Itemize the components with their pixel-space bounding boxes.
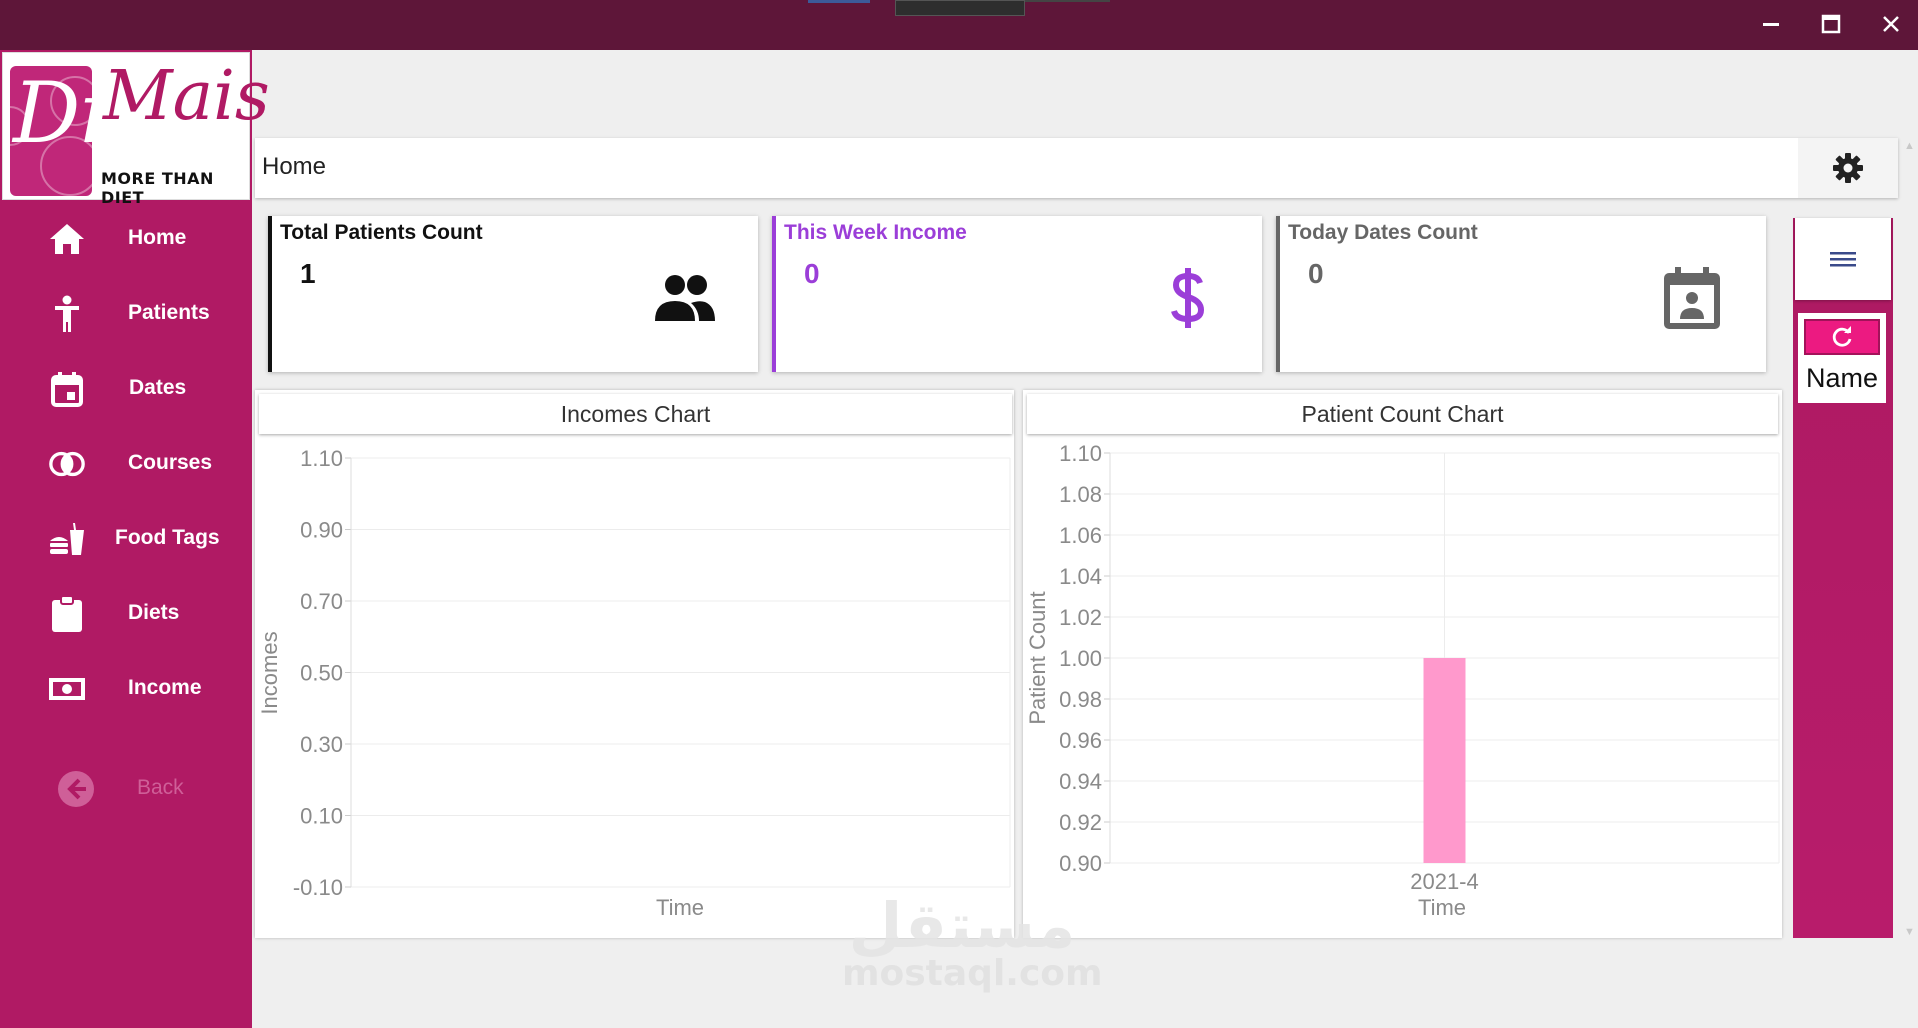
logo: Dr. Mais MORE THAN DIET: [2, 52, 270, 207]
rings-icon: [48, 445, 86, 483]
card-title: Today Dates Count: [1288, 221, 1478, 244]
name-label: Name: [1805, 363, 1879, 393]
gear-icon: [1833, 153, 1863, 183]
scroll-down-arrow[interactable]: ▼: [1904, 926, 1915, 938]
sidebar-item-dates[interactable]: Dates: [0, 358, 252, 418]
taskbar-indicator: [808, 0, 870, 3]
patient-count-chart: 1.10 1.08 1.06 1.04 1.02 1.00 0.98 0.96 0.94 0.92…: [1025, 441, 1780, 920]
back-button[interactable]: Back: [0, 758, 252, 818]
y-tick-label: 0.94: [1059, 769, 1102, 794]
taskbar-indicator-2: [1025, 0, 1110, 2]
sidebar-item-label: Home: [128, 226, 187, 249]
card-title: Total Patients Count: [280, 221, 483, 244]
back-label: Back: [137, 776, 184, 799]
sidebar-item-income[interactable]: Income: [0, 658, 252, 718]
y-tick-label: 1.06: [1059, 523, 1102, 548]
hamburger-icon: [1830, 252, 1856, 267]
patient-count-chart-title: Patient Count Chart: [1027, 394, 1778, 434]
y-axis-label: Incomes: [257, 631, 282, 714]
refresh-icon: [1832, 326, 1852, 347]
incomes-chart: 1.10 0.90 0.70 0.50 0.30 0.10 -0.10 Time Incomes: [257, 446, 1011, 920]
patient-count-chart-panel: 1.10 1.08 1.06 1.04 1.02 1.00 0.98 0.96 0.94 0.92…: [1023, 390, 1782, 938]
week-income-card: This Week Income 0: [772, 216, 1262, 372]
sidebar-item-diets[interactable]: Diets: [0, 583, 252, 643]
x-tick-label: 2021-4: [1410, 869, 1479, 894]
x-axis-label: Time: [656, 895, 704, 920]
logo-name-text: Mais: [103, 57, 270, 136]
today-dates-card: Today Dates Count 0: [1276, 216, 1766, 372]
card-value: 0: [804, 258, 820, 289]
person-icon: [48, 295, 86, 333]
y-tick-label: 1.10: [1059, 441, 1102, 466]
sidebar: Dr. Mais MORE THAN DIET Home Patients Da…: [0, 50, 270, 1028]
sidebar-item-courses[interactable]: Courses: [0, 433, 252, 493]
minimize-icon[interactable]: [1751, 6, 1791, 42]
breadcrumb: Home: [262, 153, 327, 180]
watermark-latin: mostaql.com: [842, 953, 1103, 994]
menu-button[interactable]: [1795, 218, 1891, 300]
settings-button[interactable]: [1798, 138, 1898, 198]
card-value: 1: [300, 258, 316, 289]
sidebar-item-label: Courses: [128, 451, 213, 474]
y-tick-label: 1.00: [1059, 646, 1102, 671]
window-titlebar: [0, 0, 1918, 50]
scroll-up-arrow[interactable]: ▲: [1904, 140, 1915, 152]
total-patients-card: Total Patients Count 1: [268, 216, 758, 372]
y-tick-label: 0.50: [300, 661, 343, 686]
clipboard-icon: [48, 595, 86, 633]
sidebar-item-label: Dates: [129, 376, 187, 399]
logo-tagline: MORE THAN DIET: [101, 169, 214, 207]
back-arrow-icon: [57, 770, 95, 808]
home-icon: [48, 220, 86, 258]
y-tick-label: 0.70: [300, 589, 343, 614]
y-tick-label: 0.10: [300, 804, 343, 829]
fastfood-icon: [48, 520, 86, 558]
y-tick-label: 0.98: [1059, 687, 1102, 712]
y-tick-label: 0.92: [1059, 810, 1102, 835]
y-tick-label: 1.10: [300, 446, 343, 471]
incomes-chart-panel: 1.10 0.90 0.70 0.50 0.30 0.10 -0.10 Time Incomes…: [255, 390, 1014, 938]
y-tick-label: 0.90: [300, 518, 343, 543]
bar: [1423, 658, 1466, 863]
watermark-arabic: مستقل: [848, 889, 1076, 962]
calendar-account-icon: [1656, 262, 1728, 334]
sidebar-item-label: Food Tags: [115, 526, 220, 549]
card-title: This Week Income: [784, 221, 967, 244]
close-icon[interactable]: [1871, 6, 1911, 42]
x-axis-label: Time: [1418, 895, 1466, 920]
taskbar-preview: [895, 0, 1025, 16]
y-tick-label: 0.30: [300, 732, 343, 757]
sidebar-item-label: Diets: [128, 601, 180, 624]
people-icon: [648, 262, 720, 334]
sidebar-item-label: Income: [128, 676, 202, 699]
money-icon: [48, 670, 86, 708]
card-value: 0: [1308, 258, 1324, 289]
breadcrumb-bar: Home: [255, 138, 1898, 198]
y-tick-label: 0.96: [1059, 728, 1102, 753]
y-tick-label: 1.02: [1059, 605, 1102, 630]
sidebar-item-patients[interactable]: Patients: [0, 283, 252, 343]
refresh-button[interactable]: [1804, 319, 1880, 355]
sidebar-item-home[interactable]: Home: [0, 208, 252, 268]
watermark: مستقل mostaql.com: [842, 889, 1103, 995]
maximize-icon[interactable]: [1811, 6, 1851, 42]
y-tick-label: 1.04: [1059, 564, 1102, 589]
calendar-icon: [48, 370, 86, 408]
sidebar-item-label: Patients: [128, 301, 210, 324]
sidebar-item-food-tags[interactable]: Food Tags: [0, 508, 252, 568]
y-tick-label: -0.10: [293, 875, 343, 900]
y-axis-label: Patient Count: [1025, 591, 1050, 724]
incomes-chart-title: Incomes Chart: [259, 394, 1012, 434]
y-tick-label: 1.08: [1059, 482, 1102, 507]
y-tick-label: 0.90: [1059, 851, 1102, 876]
dollar-icon: [1152, 262, 1224, 334]
name-box: Name: [1798, 313, 1886, 403]
